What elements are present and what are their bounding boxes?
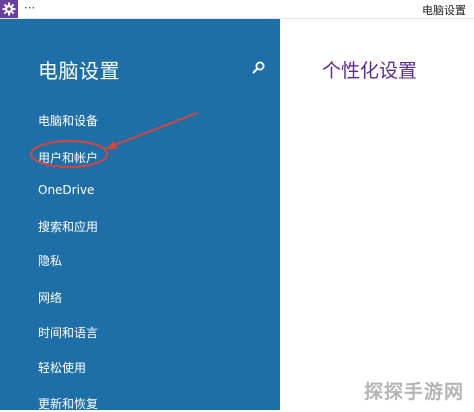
sidebar-item-time-language[interactable]: 时间和语言 [38,324,98,341]
sidebar-item-update-recovery[interactable]: 更新和恢复 [38,395,98,412]
sidebar-item-onedrive[interactable]: OneDrive [38,183,94,197]
sidebar-item-accounts[interactable]: 用户和帐户 [38,149,98,166]
search-icon [252,61,265,74]
sidebar-item-ease-of-access[interactable]: 轻松使用 [38,359,86,376]
sidebar-item-network[interactable]: 网络 [38,289,62,306]
gear-icon[interactable] [0,0,18,18]
menu-glyph[interactable]: ⋯ [24,1,35,14]
window-title: 电脑设置 [422,4,466,17]
search-button[interactable] [250,59,268,77]
sidebar-item-privacy[interactable]: 隐私 [38,252,62,269]
title-bar: ⋯ 电脑设置 [0,0,474,19]
sidebar-item-devices[interactable]: 电脑和设备 [38,112,98,129]
main-content: 个性化设置 [280,19,474,410]
sidebar: 电脑设置 电脑和设备 用户和帐户 OneDrive 搜索和应用 隐私 网络 时间… [0,19,280,412]
page-title: 个性化设置 [322,60,418,82]
sidebar-item-search-apps[interactable]: 搜索和应用 [38,218,98,235]
sidebar-title: 电脑设置 [38,59,120,83]
watermark: 探探手游网 [363,381,464,403]
